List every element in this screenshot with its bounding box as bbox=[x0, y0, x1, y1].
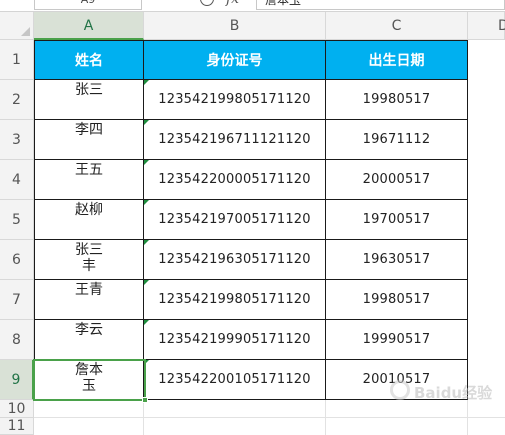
row-header-7[interactable]: 7 bbox=[0, 280, 34, 320]
error-indicator-icon[interactable] bbox=[144, 280, 149, 285]
error-indicator-icon[interactable] bbox=[144, 120, 149, 125]
name-cell[interactable]: 张三 bbox=[34, 80, 144, 120]
row-header-10[interactable]: 10 bbox=[0, 400, 34, 418]
column-header-a[interactable]: A bbox=[34, 12, 144, 40]
dob-cell[interactable]: 19671112 bbox=[326, 120, 468, 160]
name-cell[interactable]: 张三丰 bbox=[34, 240, 144, 280]
zoom-icon[interactable] bbox=[200, 0, 214, 6]
header-cell-id[interactable]: 身份证号 bbox=[144, 40, 326, 80]
id-cell[interactable]: 123542200105171120 bbox=[144, 360, 326, 400]
formula-input[interactable]: 詹本玉 bbox=[256, 0, 505, 10]
column-header-d[interactable]: D bbox=[468, 12, 505, 40]
name-cell[interactable]: 王青 bbox=[34, 280, 144, 320]
dob-cell[interactable]: 19700517 bbox=[326, 200, 468, 240]
id-cell[interactable]: 123542199905171120 bbox=[144, 320, 326, 360]
row-header-4[interactable]: 4 bbox=[0, 160, 34, 200]
id-cell[interactable]: 123542199805171120 bbox=[144, 80, 326, 120]
id-cell[interactable]: 123542197005171120 bbox=[144, 200, 326, 240]
error-indicator-icon[interactable] bbox=[144, 360, 149, 365]
id-cell[interactable]: 123542196711121120 bbox=[144, 120, 326, 160]
error-indicator-icon[interactable] bbox=[144, 80, 149, 85]
name-cell[interactable]: 詹本玉 bbox=[34, 360, 144, 400]
column-header-c[interactable]: C bbox=[326, 12, 468, 40]
formula-bar: A9 fx 詹本玉 bbox=[0, 0, 505, 12]
row-header-8[interactable]: 8 bbox=[0, 320, 34, 360]
watermark: Baidu经验 bbox=[382, 372, 502, 408]
name-cell[interactable]: 王五 bbox=[34, 160, 144, 200]
row-header-3[interactable]: 3 bbox=[0, 120, 34, 160]
id-cell[interactable]: 123542196305171120 bbox=[144, 240, 326, 280]
row-header-2[interactable]: 2 bbox=[0, 80, 34, 120]
id-cell[interactable]: 123542199805171120 bbox=[144, 280, 326, 320]
name-cell[interactable]: 李四 bbox=[34, 120, 144, 160]
name-box[interactable]: A9 bbox=[34, 0, 142, 10]
watermark-text: Baidu经验 bbox=[414, 384, 493, 402]
row-header-1[interactable]: 1 bbox=[0, 40, 34, 80]
column-header-b[interactable]: B bbox=[144, 12, 326, 40]
error-indicator-icon[interactable] bbox=[144, 160, 149, 165]
select-all-corner[interactable] bbox=[0, 12, 34, 40]
error-indicator-icon[interactable] bbox=[144, 200, 149, 205]
dob-cell[interactable]: 19980517 bbox=[326, 80, 468, 120]
row-header-6[interactable]: 6 bbox=[0, 240, 34, 280]
error-indicator-icon[interactable] bbox=[144, 320, 149, 325]
id-cell[interactable]: 123542200005171120 bbox=[144, 160, 326, 200]
paw-logo-icon bbox=[390, 380, 410, 400]
header-cell-dob[interactable]: 出生日期 bbox=[326, 40, 468, 80]
header-cell-name[interactable]: 姓名 bbox=[34, 40, 144, 80]
name-cell[interactable]: 赵柳 bbox=[34, 200, 144, 240]
row-header-5[interactable]: 5 bbox=[0, 200, 34, 240]
dob-cell[interactable]: 19980517 bbox=[326, 280, 468, 320]
row-header-9[interactable]: 9 bbox=[0, 360, 34, 400]
error-indicator-icon[interactable] bbox=[144, 240, 149, 245]
fx-icon[interactable]: fx bbox=[226, 0, 239, 7]
dob-cell[interactable]: 19990517 bbox=[326, 320, 468, 360]
dob-cell[interactable]: 20000517 bbox=[326, 160, 468, 200]
row-header-11[interactable]: 11 bbox=[0, 418, 34, 435]
name-cell[interactable]: 李云 bbox=[34, 320, 144, 360]
dob-cell[interactable]: 19630517 bbox=[326, 240, 468, 280]
